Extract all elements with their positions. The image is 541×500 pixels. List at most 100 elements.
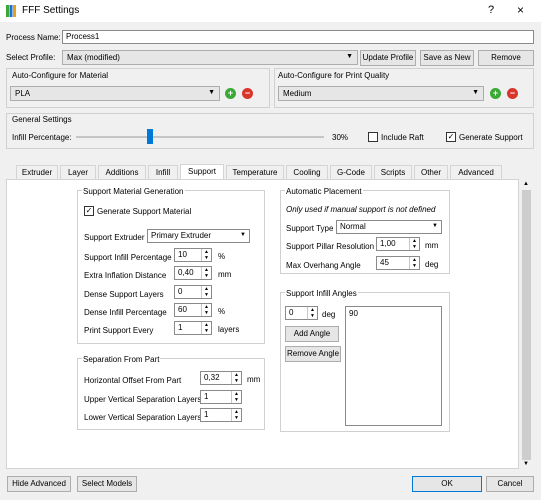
- chevron-down-icon: ▼: [208, 89, 215, 96]
- quality-group-label: Auto-Configure for Print Quality: [278, 71, 390, 80]
- upper-separation-spinbox[interactable]: 1 ▲ ▼: [200, 390, 242, 404]
- generate-support-material-label: Generate Support Material: [97, 207, 192, 216]
- dense-support-layers-spinbox[interactable]: 0 ▲ ▼: [174, 285, 212, 299]
- tab-temperature[interactable]: Temperature: [226, 165, 284, 179]
- inflation-distance-value: 0,40: [178, 268, 194, 277]
- general-settings-group: [6, 113, 534, 149]
- remove-material-icon[interactable]: −: [242, 88, 253, 99]
- help-button[interactable]: ?: [488, 4, 494, 16]
- support-extruder-value: Primary Extruder: [151, 231, 212, 240]
- print-support-every-unit: layers: [218, 325, 240, 334]
- spinner-arrows-icon[interactable]: ▲ ▼: [201, 322, 211, 334]
- tab-additions[interactable]: Additions: [98, 165, 146, 179]
- angle-spinbox[interactable]: 0 ▲ ▼: [285, 306, 318, 320]
- scroll-down-icon[interactable]: ▼: [523, 461, 529, 467]
- print-support-every-spinbox[interactable]: 1 ▲ ▼: [174, 321, 212, 335]
- tab-other[interactable]: Other: [414, 165, 448, 179]
- infill-slider-track[interactable]: [76, 136, 324, 138]
- add-material-icon[interactable]: +: [225, 88, 236, 99]
- remove-quality-icon[interactable]: −: [507, 88, 518, 99]
- lower-separation-spinbox[interactable]: 1 ▲ ▼: [200, 408, 242, 422]
- horizontal-offset-unit: mm: [247, 375, 261, 384]
- generate-support-label: Generate Support: [459, 133, 523, 142]
- generate-support-material-checkbox[interactable]: ✓: [84, 206, 94, 216]
- inflation-distance-spinbox[interactable]: 0,40 ▲ ▼: [174, 266, 212, 280]
- ok-button[interactable]: OK: [412, 476, 482, 492]
- process-name-input[interactable]: Process1: [62, 30, 534, 44]
- select-profile-label: Select Profile:: [6, 53, 56, 62]
- material-group-label: Auto-Configure for Material: [12, 71, 109, 80]
- quality-select[interactable]: Medium ▼: [278, 86, 484, 101]
- cancel-button[interactable]: Cancel: [486, 476, 534, 492]
- automatic-placement-note: Only used if manual support is not defin…: [286, 205, 436, 214]
- infill-slider-handle[interactable]: [147, 129, 154, 144]
- support-extruder-select[interactable]: Primary Extruder ▼: [147, 229, 250, 243]
- angle-value: 0: [289, 308, 294, 317]
- automatic-placement-title: Automatic Placement: [285, 187, 363, 196]
- max-overhang-unit: deg: [425, 260, 439, 269]
- support-infill-pct-spinbox[interactable]: 10 ▲ ▼: [174, 248, 212, 262]
- tab-gcode[interactable]: G-Code: [330, 165, 372, 179]
- support-type-value: Normal: [340, 222, 366, 231]
- add-angle-button[interactable]: Add Angle: [285, 326, 339, 342]
- material-select-value: PLA: [15, 89, 31, 98]
- angle-unit: deg: [322, 310, 336, 319]
- pillar-resolution-value: 1,00: [380, 239, 396, 248]
- pillar-resolution-spinbox[interactable]: 1,00 ▲ ▼: [376, 237, 420, 251]
- title-bar: [0, 0, 541, 22]
- tab-extruder[interactable]: Extruder: [16, 165, 58, 179]
- close-button[interactable]: ×: [517, 3, 524, 17]
- upper-separation-label: Upper Vertical Separation Layers: [84, 395, 202, 404]
- support-infill-pct-label: Support Infill Percentage: [84, 253, 172, 262]
- remove-profile-button[interactable]: Remove: [478, 50, 534, 66]
- spinner-arrows-icon[interactable]: ▲ ▼: [409, 238, 419, 250]
- scrollbar-thumb[interactable]: [522, 190, 531, 460]
- support-generation-title: Support Material Generation: [82, 187, 185, 196]
- chevron-down-icon: ▼: [472, 89, 479, 96]
- spinner-arrows-icon[interactable]: ▲ ▼: [201, 286, 211, 298]
- tab-support[interactable]: Support: [180, 164, 224, 179]
- dense-infill-pct-unit: %: [218, 307, 226, 316]
- pillar-resolution-unit: mm: [425, 241, 439, 250]
- dense-infill-pct-value: 60: [178, 305, 187, 314]
- process-name-label: Process Name:: [6, 33, 61, 42]
- inflation-distance-label: Extra Inflation Distance: [84, 271, 167, 280]
- tab-layer[interactable]: Layer: [60, 165, 96, 179]
- generate-support-checkbox[interactable]: ✓: [446, 132, 456, 142]
- dense-infill-pct-spinbox[interactable]: 60 ▲ ▼: [174, 303, 212, 317]
- profile-select[interactable]: Max (modified) ▼: [62, 50, 358, 65]
- profile-select-value: Max (modified): [67, 53, 120, 62]
- spinner-arrows-icon[interactable]: ▲ ▼: [201, 304, 211, 316]
- add-quality-icon[interactable]: +: [490, 88, 501, 99]
- material-select[interactable]: PLA ▼: [10, 86, 220, 101]
- update-profile-button[interactable]: Update Profile: [360, 50, 416, 66]
- select-models-button[interactable]: Select Models: [77, 476, 137, 492]
- max-overhang-spinbox[interactable]: 45 ▲ ▼: [376, 256, 420, 270]
- support-infill-pct-value: 10: [178, 250, 187, 259]
- spinner-arrows-icon[interactable]: ▲ ▼: [201, 267, 211, 279]
- tab-advanced[interactable]: Advanced: [450, 165, 502, 179]
- angle-list-item[interactable]: 90: [349, 309, 358, 318]
- angle-list[interactable]: 90: [345, 306, 442, 426]
- app-icon: [6, 5, 16, 17]
- scroll-up-icon[interactable]: ▲: [523, 181, 529, 187]
- spinner-arrows-icon[interactable]: ▲ ▼: [231, 391, 241, 403]
- tab-scripts[interactable]: Scripts: [374, 165, 412, 179]
- lower-separation-label: Lower Vertical Separation Layers: [84, 413, 202, 422]
- horizontal-offset-value: 0,32: [204, 373, 220, 382]
- save-as-new-button[interactable]: Save as New: [420, 50, 474, 66]
- spinner-arrows-icon[interactable]: ▲ ▼: [231, 372, 241, 384]
- upper-separation-value: 1: [204, 392, 209, 401]
- tab-cooling[interactable]: Cooling: [286, 165, 328, 179]
- include-raft-checkbox[interactable]: [368, 132, 378, 142]
- tab-infill[interactable]: Infill: [148, 165, 178, 179]
- spinner-arrows-icon[interactable]: ▲ ▼: [201, 249, 211, 261]
- spinner-arrows-icon[interactable]: ▲ ▼: [231, 409, 241, 421]
- chevron-down-icon: ▼: [346, 53, 353, 60]
- spinner-arrows-icon[interactable]: ▲ ▼: [409, 257, 419, 269]
- hide-advanced-button[interactable]: Hide Advanced: [7, 476, 71, 492]
- remove-angle-button[interactable]: Remove Angle: [285, 346, 341, 362]
- horizontal-offset-spinbox[interactable]: 0,32 ▲ ▼: [200, 371, 242, 385]
- spinner-arrows-icon[interactable]: ▲ ▼: [307, 307, 317, 319]
- support-type-select[interactable]: Normal ▼: [336, 220, 442, 234]
